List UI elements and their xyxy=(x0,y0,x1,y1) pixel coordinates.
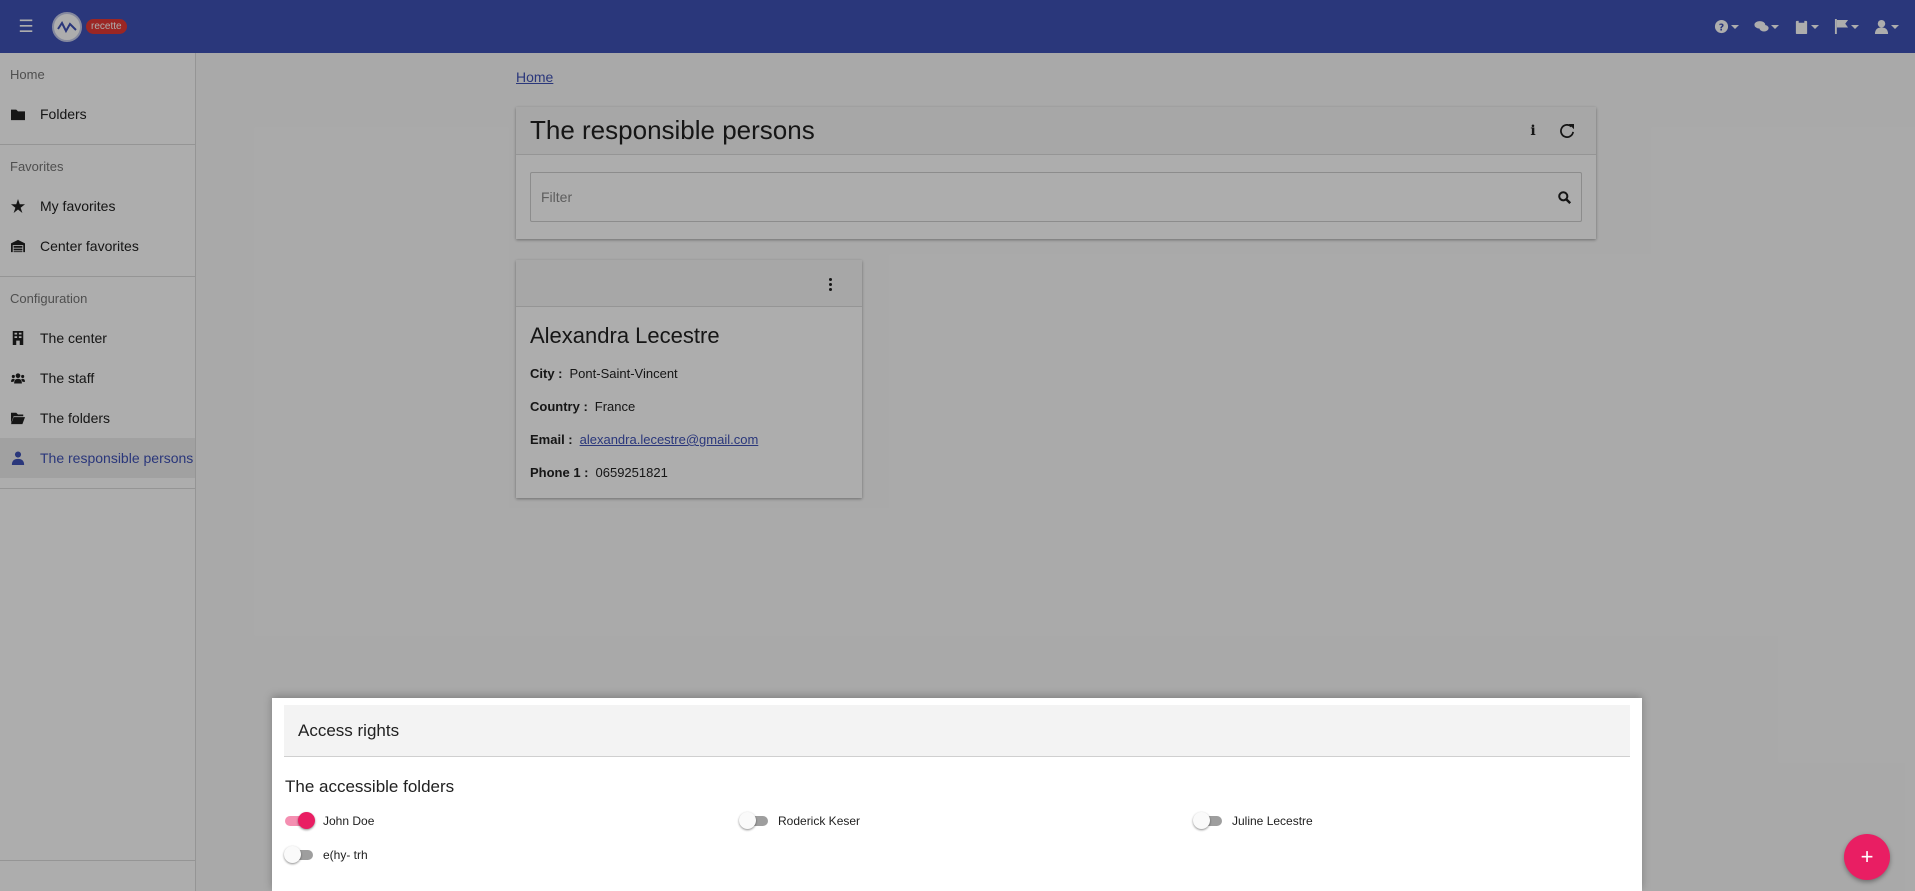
folder-toggle-label: Juline Lecestre xyxy=(1232,814,1313,828)
access-rights-sheet: Access rights The accessible folders Joh… xyxy=(272,698,1642,891)
folder-toggle-row[interactable]: John Doe xyxy=(285,812,374,830)
add-button[interactable]: + xyxy=(1844,834,1890,880)
folder-toggle[interactable] xyxy=(739,812,770,829)
accessible-folders-heading: The accessible folders xyxy=(285,777,455,796)
folder-toggle[interactable] xyxy=(285,812,315,829)
folder-toggle-label: Roderick Keser xyxy=(778,814,861,828)
folder-toggle-row[interactable]: Juline Lecestre xyxy=(1193,812,1313,830)
folder-toggle-label: e(hy- trh xyxy=(323,848,368,862)
folder-toggle-row[interactable]: e(hy- trh xyxy=(284,846,368,864)
folder-toggle-row[interactable]: Roderick Keser xyxy=(739,812,861,830)
folder-toggle[interactable] xyxy=(1193,812,1224,829)
access-rights-title: Access rights xyxy=(298,720,400,740)
access-rights-header: Access rights xyxy=(284,705,1630,757)
folder-toggle[interactable] xyxy=(284,846,315,863)
folder-toggle-label: John Doe xyxy=(323,814,375,828)
